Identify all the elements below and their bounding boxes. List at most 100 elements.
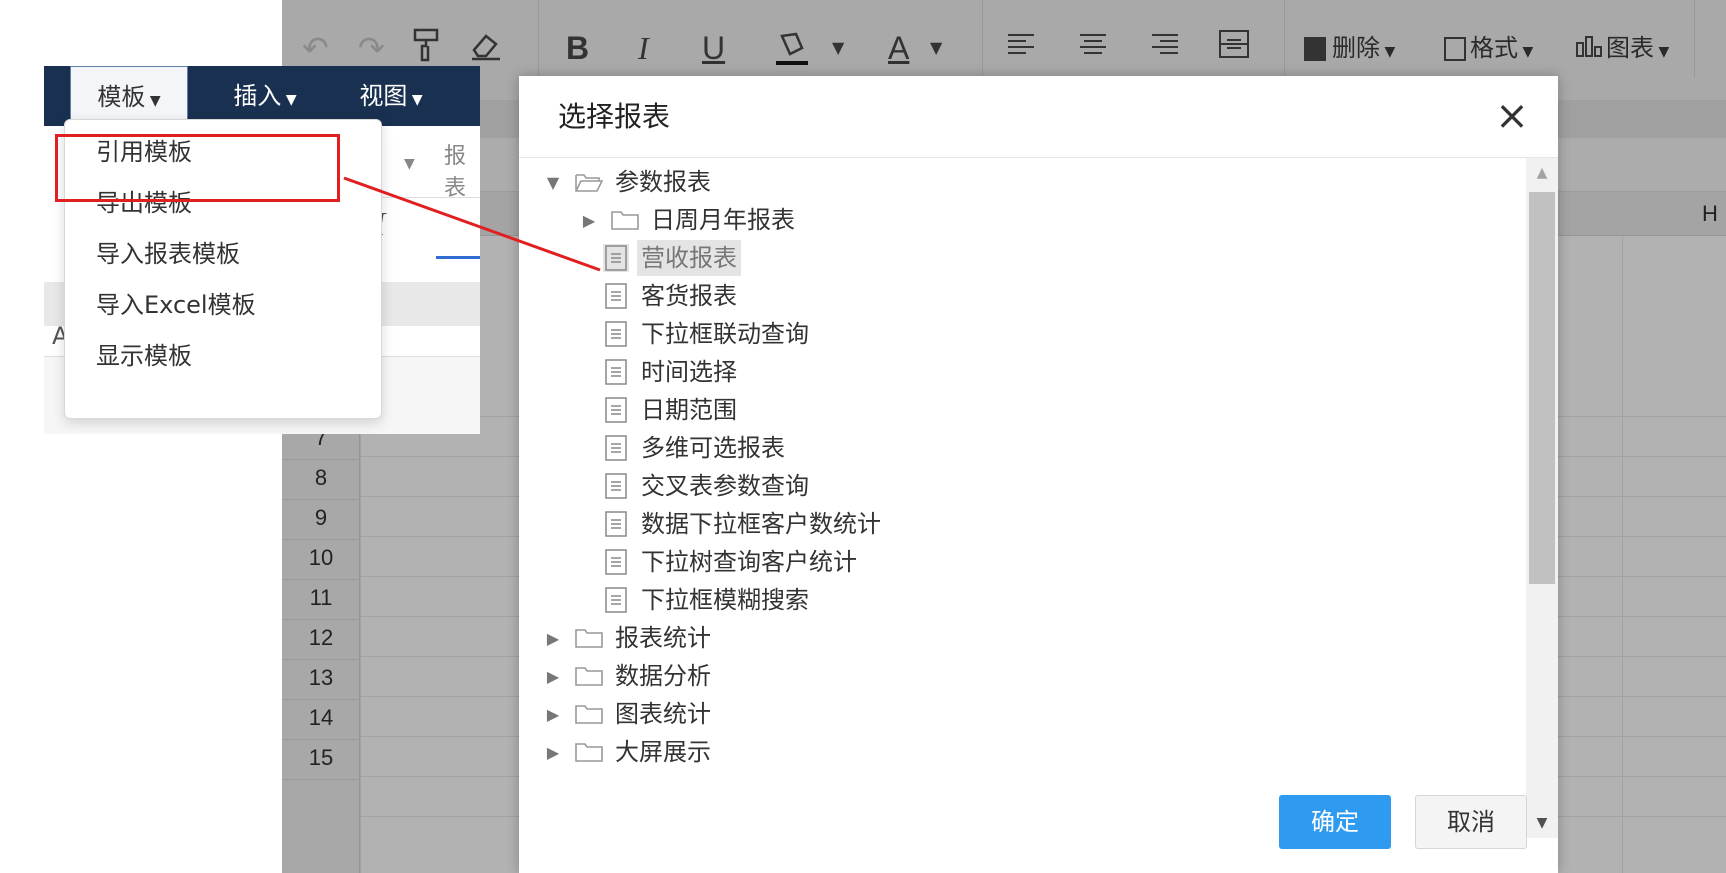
row-number[interactable]: 11 <box>282 576 360 620</box>
format-painter-icon[interactable] <box>412 28 442 71</box>
tree-node-label: 下拉框联动查询 <box>641 320 809 348</box>
tree-node-label: 多维可选报表 <box>641 434 785 462</box>
tree-node[interactable]: ▶ 数据分析 <box>543 658 715 694</box>
peek-underline <box>436 256 480 259</box>
tree-node[interactable]: ▶ 日周月年报表 <box>579 202 799 238</box>
scroll-down-icon[interactable]: ▼ <box>1526 808 1558 838</box>
redo-icon[interactable]: ↷ <box>358 28 385 68</box>
row-number[interactable]: 12 <box>282 616 360 660</box>
tree-node[interactable]: 时间选择 <box>579 354 741 390</box>
tree-node-label: 日期范围 <box>641 396 737 424</box>
caret-right-icon[interactable]: ▶ <box>543 704 563 724</box>
chevron-down-icon[interactable]: ▼ <box>832 28 844 68</box>
folder-icon <box>575 703 603 725</box>
tree-node[interactable]: 多维可选报表 <box>579 430 789 466</box>
grid-line <box>1622 192 1623 873</box>
tree-node-label: 日周月年报表 <box>651 206 795 234</box>
chevron-down-icon: ▼ <box>281 92 297 108</box>
caret-right-icon[interactable]: ▶ <box>543 628 563 648</box>
folder-icon <box>575 665 603 687</box>
caret-down-icon[interactable]: ▼ <box>543 172 563 192</box>
menu-insert-label: 插入 <box>233 82 282 110</box>
align-right-icon[interactable] <box>1150 28 1180 68</box>
tree-node-label: 图表统计 <box>615 700 711 728</box>
bold-button[interactable]: B <box>566 28 589 68</box>
tree-node[interactable]: 交叉表参数查询 <box>579 468 813 504</box>
report-tree: ▼ 参数报表 ▶ 日周月年报表营收报表 客货报表下拉框联动查询时间选择日期范围多维可选报… <box>519 158 1526 838</box>
format-button[interactable]: 格式 ▼ <box>1444 28 1533 68</box>
bar-chart-icon <box>1576 29 1602 69</box>
merge-cells-icon[interactable] <box>1218 28 1250 69</box>
chevron-down-icon[interactable]: ▼ <box>930 28 942 68</box>
menu-item-show-template[interactable]: 显示模板 <box>96 336 192 376</box>
tree-node-label: 数据下拉框客户数统计 <box>641 510 881 538</box>
document-icon <box>603 282 629 310</box>
menu-view-label: 视图 <box>359 82 408 110</box>
tree-node[interactable]: 数据下拉框客户数统计 <box>579 506 885 542</box>
document-icon <box>603 510 629 538</box>
dialog-header: 选择报表 × <box>519 76 1558 158</box>
font-color-button[interactable]: A <box>888 28 909 68</box>
tree-node[interactable]: 下拉框模糊搜索 <box>579 582 813 618</box>
tree-node-label: 交叉表参数查询 <box>641 472 809 500</box>
tree-node[interactable]: 下拉框联动查询 <box>579 316 813 352</box>
toolbar-separator <box>1284 0 1285 78</box>
underline-button[interactable]: U <box>702 28 725 68</box>
caret-right-icon[interactable]: ▶ <box>543 666 563 686</box>
italic-button[interactable]: I <box>638 28 649 68</box>
tree-node[interactable]: ▼ 参数报表 <box>543 164 715 200</box>
toolbar-separator <box>982 0 983 78</box>
scroll-up-icon[interactable]: ▲ <box>1526 158 1558 188</box>
tree-node[interactable]: ▶ 图表统计 <box>543 696 715 732</box>
caret-right-icon[interactable]: ▶ <box>579 210 599 230</box>
folder-icon <box>611 209 639 231</box>
fill-color-icon[interactable] <box>772 28 812 77</box>
tree-node-label: 报表统计 <box>615 624 711 652</box>
format-label: 格式 <box>1470 34 1518 62</box>
eraser-icon[interactable] <box>468 28 502 71</box>
tree-node-label: 大屏展示 <box>615 738 711 766</box>
folder-open-icon <box>575 171 604 193</box>
menu-item-import-report-template[interactable]: 导入报表模板 <box>96 234 240 274</box>
tree-node[interactable]: 日期范围 <box>579 392 741 428</box>
menu-template[interactable]: 模板 ▼ <box>70 66 188 126</box>
confirm-button[interactable]: 确定 <box>1279 795 1391 849</box>
row-number[interactable]: 14 <box>282 696 360 740</box>
tree-node[interactable]: ▶ 大屏展示 <box>543 734 715 770</box>
column-header-h[interactable]: H <box>1702 192 1718 236</box>
chevron-down-icon: ▼ <box>404 156 415 172</box>
close-icon[interactable]: × <box>1490 94 1534 138</box>
menu-insert[interactable]: 插入 ▼ <box>210 66 320 126</box>
menubar: 模板 ▼ 插入 ▼ 视图 ▼ <box>44 66 480 126</box>
folder-icon <box>575 741 603 763</box>
chart-label: 图表 <box>1606 34 1654 62</box>
tree-node[interactable]: 客货报表 <box>579 278 741 314</box>
align-left-icon[interactable] <box>1006 28 1036 68</box>
folder-icon <box>575 627 603 649</box>
cancel-button[interactable]: 取消 <box>1415 795 1527 849</box>
toolbar-separator <box>538 0 539 78</box>
menu-item-import-excel-template[interactable]: 导入Excel模板 <box>96 285 256 325</box>
document-icon <box>603 548 629 576</box>
row-number[interactable]: 8 <box>282 456 360 500</box>
row-number[interactable]: 10 <box>282 536 360 580</box>
tree-node[interactable]: 下拉树查询客户统计 <box>579 544 861 580</box>
chevron-down-icon: ▼ <box>1380 44 1396 60</box>
row-number[interactable]: 9 <box>282 496 360 540</box>
chart-button[interactable]: 图表 ▼ <box>1576 28 1669 68</box>
scroll-thumb[interactable] <box>1529 192 1555 584</box>
select-report-dialog: 选择报表 × ▼ 参数报表 ▶ 日周月年报表营收报表 客货报表下拉框联动查询时间选择日期… <box>519 76 1558 873</box>
row-number[interactable]: 15 <box>282 736 360 780</box>
document-icon <box>603 586 629 614</box>
delete-button[interactable]: 删除 ▼ <box>1304 28 1395 68</box>
undo-icon[interactable]: ↶ <box>302 28 329 68</box>
tree-node[interactable]: ▶ 报表统计 <box>543 620 715 656</box>
align-center-icon[interactable] <box>1078 28 1108 68</box>
dialog-title: 选择报表 <box>558 100 671 133</box>
caret-right-icon[interactable]: ▶ <box>543 742 563 762</box>
tree-node[interactable]: 营收报表 <box>579 240 741 276</box>
tree-scrollbar[interactable]: ▲ ▼ <box>1526 158 1558 838</box>
menu-view[interactable]: 视图 ▼ <box>336 66 446 126</box>
row-number[interactable]: 13 <box>282 656 360 700</box>
menu-template-label: 模板 <box>97 83 146 111</box>
